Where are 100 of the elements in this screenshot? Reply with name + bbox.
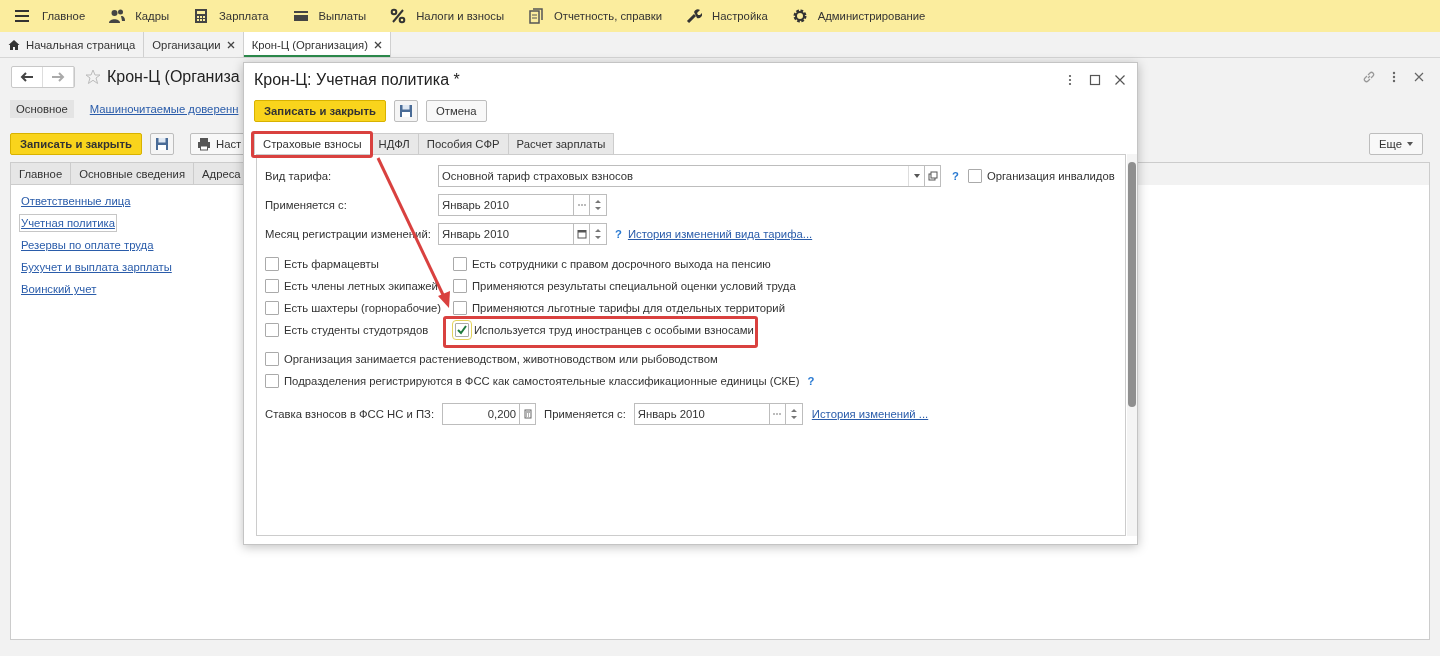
calculator-icon <box>193 8 210 24</box>
menu-item[interactable]: Выплаты <box>318 10 367 22</box>
menu-item[interactable]: Главное <box>42 10 86 22</box>
checkbox-label: Применяются льготные тарифы для отдельных территорий <box>472 302 785 314</box>
spin-icon <box>595 227 601 240</box>
form-tab[interactable]: Основные сведения <box>71 163 194 185</box>
form-title: Крон-Ц (Организа <box>107 68 240 86</box>
checkbox-label: Применяются результаты специальной оценки условий труда <box>472 280 796 292</box>
maximize-icon[interactable] <box>1088 73 1102 87</box>
menu-item[interactable]: Налоги и взносы <box>416 10 504 22</box>
month-field[interactable]: Январь 2010 <box>438 222 574 245</box>
spin-buttons[interactable] <box>590 222 607 245</box>
section-link[interactable]: Машиночитаемые доверенн <box>83 100 245 118</box>
close-icon[interactable] <box>1412 70 1426 84</box>
panel-link[interactable]: Учетная политика <box>20 215 116 231</box>
menu-item[interactable]: Администрирование <box>817 10 926 22</box>
panel-link[interactable]: Резервы по оплате труда <box>20 237 155 253</box>
dialog-tab[interactable]: Пособия СФР <box>418 133 509 155</box>
checkbox-label: Подразделения регистрируются в ФСС как самостоятельные классификационные единицы (СКЕ) <box>284 375 800 387</box>
dropdown-icon[interactable] <box>913 173 920 178</box>
checkbox[interactable] <box>453 257 467 271</box>
checkbox-label: Организация занимается растениеводством, животноводством или рыбоводством <box>284 353 718 365</box>
menu-item[interactable]: Зарплата <box>219 10 269 22</box>
checkbox[interactable] <box>265 257 279 271</box>
save-close-button[interactable]: Записать и закрыть <box>10 133 142 155</box>
help-link[interactable]: ? <box>807 375 815 387</box>
checkbox-label: Есть шахтеры (горнорабочие) <box>284 302 442 314</box>
check-icon <box>456 324 468 336</box>
checkbox-label: Организация инвалидов <box>986 169 1115 182</box>
history-link[interactable]: История изменений ... <box>811 407 929 420</box>
open-tab[interactable]: Организации <box>144 32 244 57</box>
star-icon[interactable] <box>85 69 101 85</box>
close-icon[interactable] <box>226 40 235 49</box>
spin-buttons[interactable] <box>785 402 803 425</box>
home-icon <box>8 38 20 51</box>
spin-icon <box>790 407 797 420</box>
field-label: Вид тарифа: <box>265 169 333 182</box>
calculator-icon <box>522 408 533 419</box>
checkbox-label: Есть члены летных экипажей <box>284 280 438 292</box>
history-link[interactable]: История изменений вида тарифа... <box>627 227 813 240</box>
people-icon <box>109 8 126 24</box>
checkbox-label: Есть фармацевты <box>284 258 379 270</box>
documents-icon <box>528 8 544 24</box>
wrench-icon <box>686 8 703 24</box>
field-label: Применяется с: <box>265 198 348 211</box>
close-icon[interactable] <box>1113 73 1127 87</box>
checkbox-label: Есть студенты студотрядов <box>284 324 429 336</box>
scrollbar[interactable] <box>1127 154 1137 536</box>
calendar-icon <box>576 228 587 239</box>
spin-buttons[interactable] <box>590 193 607 216</box>
help-link[interactable]: ? <box>952 169 959 182</box>
checkbox[interactable] <box>265 279 279 293</box>
checkbox[interactable] <box>265 352 279 366</box>
checkbox[interactable] <box>265 323 279 337</box>
save-button[interactable] <box>149 133 174 155</box>
help-link[interactable]: ? <box>615 227 622 240</box>
checkbox[interactable] <box>453 301 467 315</box>
spin-icon <box>595 198 601 211</box>
panel-link[interactable]: Ответственные лица <box>20 193 132 209</box>
checkbox[interactable] <box>453 279 467 293</box>
open-window-icon <box>927 170 938 181</box>
close-icon[interactable] <box>373 40 382 49</box>
percent-icon <box>390 8 407 24</box>
dialog-tab[interactable]: НДФЛ <box>370 133 419 155</box>
open-tab[interactable]: Начальная страница <box>0 32 145 57</box>
form-tab[interactable]: Главное <box>11 163 72 185</box>
panel-link[interactable]: Бухучет и выплата зарплаты <box>20 259 173 275</box>
dialog-title: Крон-Ц: Учетная политика * <box>254 71 460 89</box>
checkbox-label: Есть сотрудники с правом досрочного выхода на пенсию <box>472 258 771 270</box>
calendar-button[interactable] <box>574 222 590 245</box>
rate-field[interactable]: 0,200 <box>442 402 521 425</box>
menu-item[interactable]: Отчетность, справки <box>554 10 663 22</box>
save-close-button[interactable]: Записать и закрыть <box>254 100 386 122</box>
cancel-button[interactable]: Отмена <box>425 100 487 122</box>
more-button[interactable]: Еще <box>1369 133 1423 155</box>
floppy-icon <box>154 137 169 151</box>
section-link[interactable]: Основное <box>10 100 74 118</box>
tariff-field[interactable]: Основной тариф страховых взносов <box>438 164 925 187</box>
field-label: Применяется с: <box>544 407 626 420</box>
menu-item[interactable]: Настройка <box>712 10 768 22</box>
dialog-tab[interactable]: Расчет зарплаты <box>508 133 615 155</box>
save-button[interactable] <box>393 100 418 122</box>
open-tab[interactable]: Крон-Ц (Организация) <box>243 32 391 57</box>
card-icon <box>292 8 309 24</box>
month-field[interactable]: Январь 2010 <box>633 402 770 425</box>
panel-link[interactable]: Воинский учет <box>20 281 98 297</box>
gear-icon <box>791 8 808 24</box>
navigation-buttons[interactable] <box>11 66 75 88</box>
checkbox[interactable] <box>455 323 469 337</box>
checkbox[interactable] <box>967 168 982 183</box>
link-icon[interactable] <box>1362 70 1376 84</box>
checkbox[interactable] <box>265 301 279 315</box>
open-button[interactable] <box>925 164 941 187</box>
month-field[interactable]: Январь 2010 <box>438 193 574 216</box>
checkbox-label: Используется труд иностранцев с особыми взносами <box>474 324 754 336</box>
menu-icon[interactable] <box>14 8 30 24</box>
checkbox[interactable] <box>265 374 279 388</box>
printer-icon <box>196 137 211 151</box>
caret-icon <box>1407 142 1413 146</box>
menu-item[interactable]: Кадры <box>135 10 170 22</box>
